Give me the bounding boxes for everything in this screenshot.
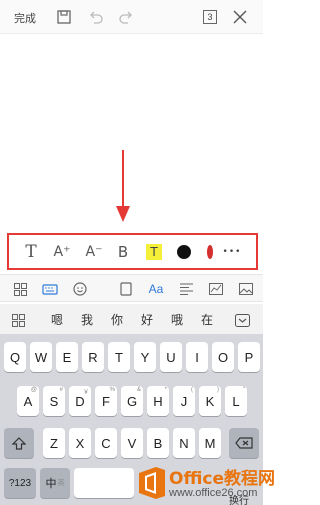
- decrease-font-button[interactable]: A⁻: [83, 235, 105, 268]
- candidate-word[interactable]: 在: [201, 311, 213, 328]
- watermark: Office教程网 www.office26.com 换行: [133, 462, 275, 505]
- key-d[interactable]: D ￥: [69, 386, 91, 416]
- key-b[interactable]: B: [147, 428, 169, 458]
- office-logo-icon: [139, 467, 165, 499]
- chart-icon[interactable]: [206, 279, 226, 299]
- font-color-button[interactable]: [175, 235, 193, 268]
- key-f[interactable]: F%: [95, 386, 117, 416]
- more-icon: •••: [222, 246, 242, 257]
- language-switch-key[interactable]: 中英: [40, 468, 70, 498]
- candidate-bar: 嗯 我 你 好 哦 在: [0, 304, 263, 334]
- close-icon[interactable]: [230, 7, 250, 27]
- done-button[interactable]: 完成: [14, 10, 36, 26]
- key-n[interactable]: N: [173, 428, 195, 458]
- key-p[interactable]: P: [238, 342, 260, 372]
- shift-key[interactable]: [4, 428, 34, 458]
- candidate-word[interactable]: 哦: [171, 311, 183, 328]
- highlight-swatch: T: [146, 243, 162, 260]
- text-style-button[interactable]: T: [21, 235, 41, 268]
- key-v[interactable]: V: [121, 428, 143, 458]
- red-color-swatch: [207, 244, 213, 259]
- key-j[interactable]: J(: [173, 386, 195, 416]
- red-color-button[interactable]: [203, 235, 213, 268]
- key-o[interactable]: O: [212, 342, 234, 372]
- format-toolbar: T A⁺ A⁻ B T •••: [7, 233, 258, 270]
- image-icon[interactable]: [236, 279, 256, 299]
- font-icon[interactable]: Aa: [146, 279, 166, 299]
- more-button[interactable]: •••: [219, 235, 245, 268]
- highlight-button[interactable]: T: [145, 235, 163, 268]
- key-x[interactable]: X: [69, 428, 91, 458]
- key-h[interactable]: H *: [147, 386, 169, 416]
- redo-icon[interactable]: [116, 7, 136, 27]
- candidate-word[interactable]: 嗯: [51, 311, 63, 328]
- save-icon[interactable]: [54, 7, 74, 27]
- key-i[interactable]: I: [186, 342, 208, 372]
- align-icon[interactable]: [176, 279, 196, 299]
- key-w[interactable]: W: [30, 342, 52, 372]
- key-a[interactable]: A @: [17, 386, 39, 416]
- enter-key-label[interactable]: 换行: [229, 492, 249, 505]
- keyboard-icon[interactable]: [40, 279, 60, 299]
- grid-icon[interactable]: [12, 312, 25, 331]
- page-count: 3: [203, 10, 217, 24]
- backspace-key[interactable]: [229, 428, 259, 458]
- key-y[interactable]: Y: [134, 342, 156, 372]
- tool-icon-row: Aa: [0, 274, 263, 302]
- candidate-word[interactable]: 好: [141, 311, 153, 328]
- key-s[interactable]: S #: [43, 386, 65, 416]
- key-g[interactable]: G &: [121, 386, 143, 416]
- increase-font-button[interactable]: A⁺: [51, 235, 73, 268]
- key-l[interactable]: L ": [225, 386, 247, 416]
- key-r[interactable]: R: [82, 342, 104, 372]
- grid-icon[interactable]: [10, 279, 30, 299]
- shift-icon: [12, 436, 26, 450]
- key-e[interactable]: E: [56, 342, 78, 372]
- emoji-icon[interactable]: [70, 279, 90, 299]
- page-count-icon[interactable]: 3: [200, 7, 220, 27]
- key-m[interactable]: M: [199, 428, 221, 458]
- key-u[interactable]: U: [160, 342, 182, 372]
- key-t[interactable]: T: [108, 342, 130, 372]
- key-c[interactable]: C: [95, 428, 117, 458]
- key-z[interactable]: Z: [43, 428, 65, 458]
- key-q[interactable]: Q: [4, 342, 26, 372]
- black-color-swatch: [177, 244, 191, 259]
- page-icon[interactable]: [116, 279, 136, 299]
- symbols-key[interactable]: ?123: [4, 468, 36, 498]
- watermark-text: Office教程网: [169, 469, 276, 489]
- top-bar: 完成 3: [0, 0, 263, 34]
- backspace-icon: [235, 437, 253, 449]
- arrow-icon: [116, 150, 130, 222]
- collapse-keyboard-icon[interactable]: [235, 312, 250, 331]
- key-k[interactable]: K): [199, 386, 221, 416]
- undo-icon[interactable]: [86, 7, 106, 27]
- bold-button[interactable]: B: [113, 235, 133, 268]
- space-key[interactable]: [74, 468, 134, 498]
- candidate-word[interactable]: 我: [81, 311, 93, 328]
- candidate-word[interactable]: 你: [111, 311, 123, 328]
